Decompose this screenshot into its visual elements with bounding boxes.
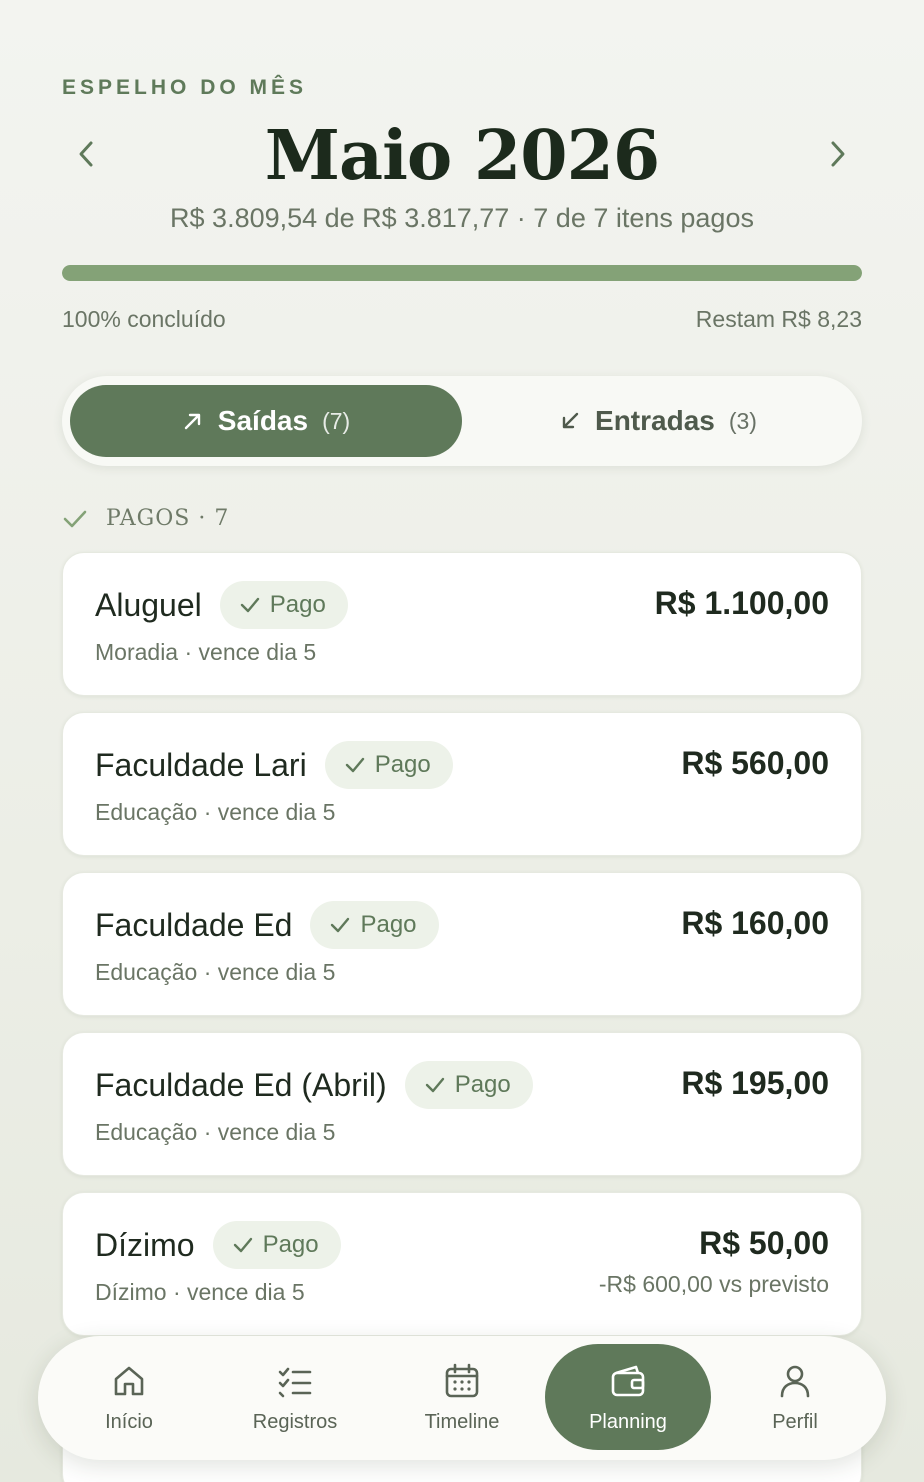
tab-label: Saídas <box>217 405 309 436</box>
nav-timeline[interactable]: Timeline <box>379 1344 545 1450</box>
tab-entradas[interactable]: Entradas (3) <box>462 385 854 457</box>
check-icon <box>331 917 350 933</box>
check-icon <box>240 597 259 613</box>
tab-count: (3) <box>728 407 757 434</box>
item-title-row: Dízimo Pago <box>95 1221 341 1269</box>
check-icon <box>233 1237 252 1253</box>
section-header-paid: PAGOS · 7 <box>62 506 229 531</box>
remaining-label: Restam R$ 8,23 <box>695 306 862 332</box>
page-eyebrow: ESPELHO DO MÊS <box>62 76 308 99</box>
list-check-icon <box>278 1367 312 1397</box>
month-navigator: Maio 2026 <box>62 116 862 196</box>
direction-toggle: Saídas (7) Entradas (3) <box>62 376 862 466</box>
badge-label: Pago <box>360 911 417 938</box>
tab-label: Entradas <box>595 405 715 436</box>
progress-bar <box>62 265 862 281</box>
nav-label: Planning <box>589 1410 667 1433</box>
nav-label: Registros <box>252 1410 338 1433</box>
arrow-down-left-icon <box>562 412 579 429</box>
item-title-row: Faculdade Lari Pago <box>95 741 453 789</box>
calendar-icon <box>445 1363 479 1397</box>
item-title-row: Aluguel Pago <box>95 581 348 629</box>
nav-registros[interactable]: Registros <box>212 1344 378 1450</box>
check-icon <box>63 510 87 527</box>
progress-fill <box>62 265 862 281</box>
item-amount: R$ 50,00 <box>699 1225 829 1261</box>
badge-label: Pago <box>454 1071 511 1098</box>
wallet-icon <box>611 1365 645 1396</box>
nav-inicio[interactable]: Início <box>46 1344 212 1450</box>
status-badge: Pago <box>219 581 348 629</box>
home-icon <box>114 1366 144 1395</box>
item-title: Dízimo <box>95 1226 195 1263</box>
item-variance: -R$ 600,00 vs previsto <box>598 1271 829 1297</box>
nav-perfil[interactable]: Perfil <box>712 1344 878 1450</box>
list-item[interactable]: Aluguel Pago Moradia · vence dia 5 R$ 1.… <box>62 552 862 696</box>
item-title: Aluguel <box>95 586 202 623</box>
section-label: PAGOS · 7 <box>106 506 230 531</box>
progress-label: 100% concluído <box>62 306 226 332</box>
planning-screen: ESPELHO DO MÊS Maio 2026 R$ 3.809,54 de … <box>0 0 924 1482</box>
item-amount: R$ 560,00 <box>681 745 829 781</box>
item-meta: Educação · vence dia 5 <box>95 799 336 825</box>
next-month-button[interactable] <box>814 134 862 174</box>
check-icon <box>345 757 364 773</box>
check-icon <box>425 1077 444 1093</box>
status-badge: Pago <box>404 1061 533 1109</box>
status-badge: Pago <box>310 901 439 949</box>
item-title: Faculdade Lari <box>95 746 307 783</box>
badge-label: Pago <box>269 591 326 618</box>
nav-label: Início <box>105 1410 153 1433</box>
item-title: Faculdade Ed <box>95 906 293 943</box>
month-summary: R$ 3.809,54 de R$ 3.817,77 · 7 de 7 iten… <box>170 203 754 233</box>
item-meta: Dízimo · vence dia 5 <box>95 1279 305 1305</box>
list-item[interactable]: Faculdade Ed Pago Educação · vence dia 5… <box>62 872 862 1016</box>
badge-label: Pago <box>262 1231 319 1258</box>
list-item[interactable]: Faculdade Ed (Abril) Pago Educação · ven… <box>62 1032 862 1176</box>
badge-label: Pago <box>374 751 431 778</box>
chevron-right-icon <box>831 141 845 167</box>
item-title-row: Faculdade Ed Pago <box>95 901 439 949</box>
item-meta: Educação · vence dia 5 <box>95 959 336 985</box>
arrow-up-right-icon <box>184 413 200 430</box>
item-title: Faculdade Ed (Abril) <box>95 1066 387 1103</box>
list-item[interactable]: Faculdade Lari Pago Educação · vence dia… <box>62 712 862 856</box>
bottom-navigation: Início Registros Timeline Planning Perfi… <box>38 1336 886 1460</box>
user-icon <box>780 1365 810 1397</box>
item-meta: Educação · vence dia 5 <box>95 1119 336 1145</box>
item-amount: R$ 1.100,00 <box>654 585 829 621</box>
item-meta: Moradia · vence dia 5 <box>95 639 317 665</box>
item-title-row: Faculdade Ed (Abril) Pago <box>95 1061 533 1109</box>
item-amount: R$ 160,00 <box>681 905 829 941</box>
tab-count: (7) <box>322 407 351 434</box>
nav-label: Timeline <box>424 1410 500 1433</box>
status-badge: Pago <box>212 1221 341 1269</box>
page-title: Maio 2026 <box>264 116 660 196</box>
item-amount: R$ 195,00 <box>681 1065 829 1101</box>
nav-label: Perfil <box>772 1410 818 1433</box>
tab-saidas[interactable]: Saídas (7) <box>70 385 462 457</box>
list-item[interactable]: Dízimo Pago Dízimo · vence dia 5 R$ 50,0… <box>62 1192 862 1336</box>
nav-planning[interactable]: Planning <box>545 1344 711 1450</box>
status-badge: Pago <box>324 741 453 789</box>
